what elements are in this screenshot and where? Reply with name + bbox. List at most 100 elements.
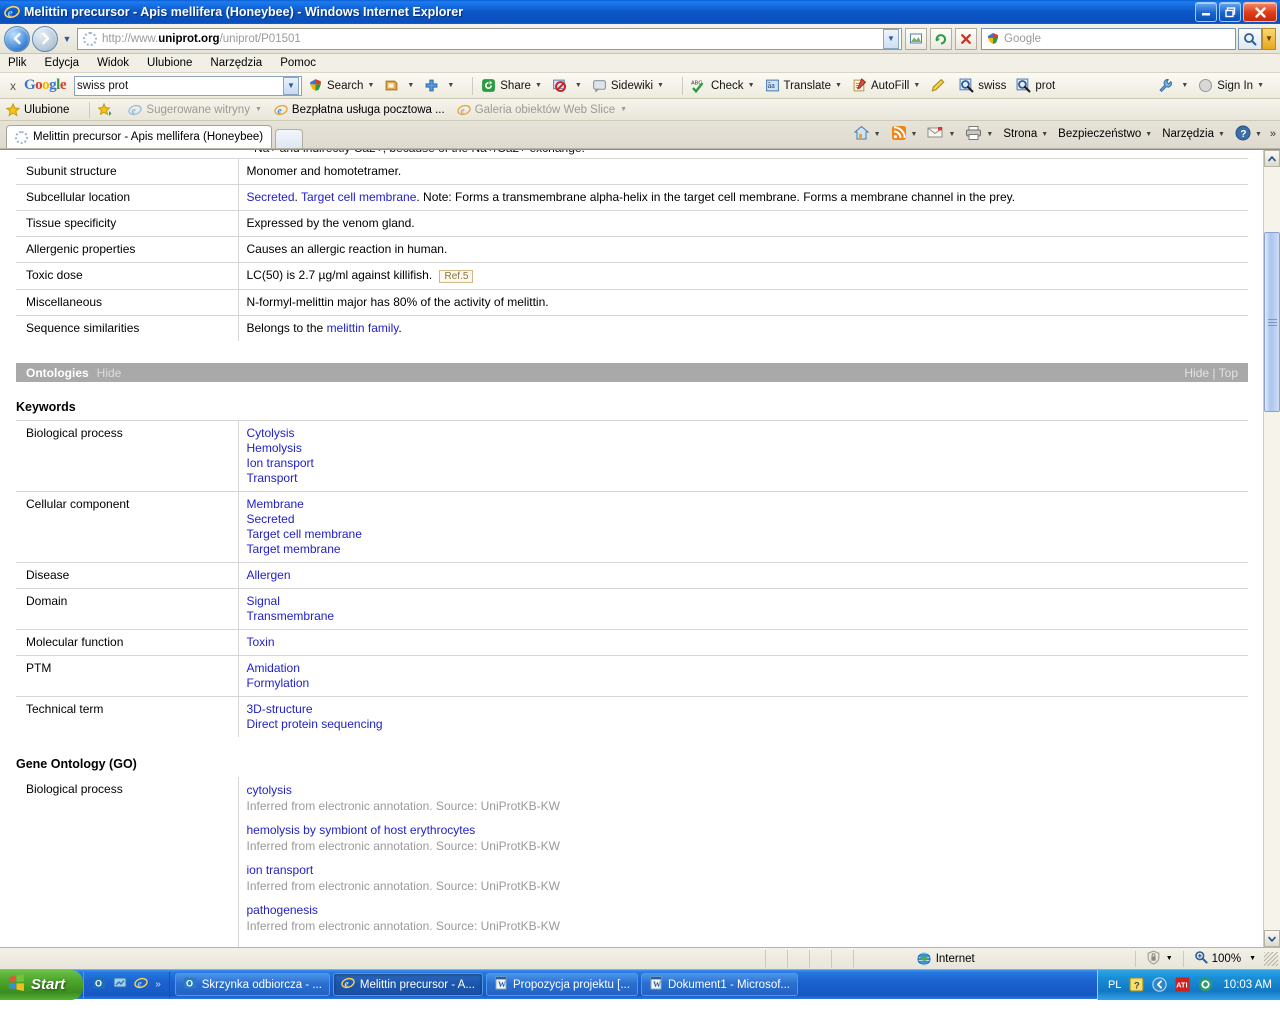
- taskbar-item-inbox[interactable]: O Skrzynka odbiorcza - ...: [174, 973, 330, 996]
- menu-item-edycja[interactable]: Edycja: [45, 57, 80, 69]
- hide-link[interactable]: Hide: [1184, 366, 1209, 380]
- google-share-button[interactable]: Share ▼: [481, 78, 542, 93]
- keyword-link[interactable]: Amidation: [247, 661, 1243, 676]
- command-bar-overflow-button[interactable]: »: [1270, 128, 1276, 140]
- go-term-link[interactable]: cytolysis: [247, 782, 1243, 798]
- nvidia-icon[interactable]: [1197, 977, 1213, 993]
- start-button[interactable]: Start: [0, 969, 84, 1000]
- keyword-link[interactable]: Target cell membrane: [247, 527, 1243, 542]
- free-mail-link[interactable]: e Bezpłatna usługa pocztowa ...: [274, 103, 445, 117]
- show-desktop-icon[interactable]: [113, 976, 127, 993]
- chevron-down-icon[interactable]: ▼: [1255, 131, 1262, 138]
- google-toolbar-close-icon[interactable]: x: [10, 79, 16, 93]
- page-menu-button[interactable]: Strona ▼: [1003, 128, 1048, 140]
- chevron-down-icon[interactable]: ▼: [657, 82, 664, 89]
- chevron-down-icon[interactable]: ▼: [1218, 131, 1225, 138]
- stop-button[interactable]: [955, 27, 977, 50]
- help-icon[interactable]: ?: [1128, 977, 1144, 993]
- keyword-link[interactable]: Direct protein sequencing: [247, 717, 1243, 732]
- chevron-down-icon[interactable]: ▼: [367, 82, 374, 89]
- google-autofill-button[interactable]: AutoFill ▼: [852, 78, 920, 93]
- safety-menu-button[interactable]: Bezpieczeństwo ▼: [1058, 128, 1152, 140]
- chevron-down-icon[interactable]: ▼: [575, 82, 582, 89]
- language-indicator[interactable]: PL: [1108, 979, 1121, 991]
- taskbar-item-dokument1[interactable]: W Dokument1 - Microsof...: [640, 973, 799, 996]
- help-button[interactable]: ? ▼: [1235, 125, 1262, 144]
- feeds-button[interactable]: ▼: [891, 125, 918, 144]
- address-input[interactable]: http://www.uniprot.org/uniprot/P01501 ▼: [77, 27, 902, 50]
- recent-pages-dropdown-icon[interactable]: ▼: [60, 34, 74, 44]
- keyword-link[interactable]: Formylation: [247, 676, 1243, 691]
- quick-launch-overflow-icon[interactable]: »: [155, 979, 161, 990]
- keyword-link[interactable]: Membrane: [247, 497, 1243, 512]
- ontologies-hide-link[interactable]: Hide: [97, 366, 122, 380]
- top-link[interactable]: Top: [1219, 366, 1238, 380]
- home-button[interactable]: ▼: [853, 125, 881, 144]
- chevron-down-icon[interactable]: ▼: [874, 131, 881, 138]
- page-vertical-scrollbar[interactable]: [1263, 150, 1280, 947]
- compatibility-view-button[interactable]: [905, 27, 927, 50]
- menu-item-widok[interactable]: Widok: [97, 57, 129, 69]
- keyword-link[interactable]: Cytolysis: [247, 426, 1243, 441]
- keyword-link[interactable]: Hemolysis: [247, 441, 1243, 456]
- chevron-down-icon[interactable]: ▼: [748, 82, 755, 89]
- keyword-link[interactable]: Transmembrane: [247, 609, 1243, 624]
- google-find-swiss-button[interactable]: swiss: [959, 78, 1006, 93]
- google-add-button[interactable]: ▼: [424, 78, 454, 93]
- menu-item-plik[interactable]: Plik: [8, 57, 27, 69]
- taskbar-item-propozycja[interactable]: W Propozycja projektu [...: [485, 973, 638, 996]
- google-check-button[interactable]: ABC Check ▼: [691, 78, 755, 93]
- inline-link[interactable]: melittin family: [327, 321, 399, 335]
- keyword-link[interactable]: Signal: [247, 594, 1243, 609]
- outlook-quicklaunch-icon[interactable]: O: [92, 976, 106, 993]
- protected-mode-indicator[interactable]: ▼: [1146, 949, 1173, 968]
- menu-item-ulubione[interactable]: Ulubione: [147, 57, 192, 69]
- close-button[interactable]: [1243, 2, 1277, 22]
- tab-melittin-precursor[interactable]: Melittin precursor - Apis mellifera (Hon…: [6, 125, 273, 148]
- go-term-link[interactable]: hemolysis by symbiont of host erythrocyt…: [247, 822, 1243, 838]
- google-toolbar-search-input[interactable]: swiss prot ▼: [74, 75, 303, 96]
- favorites-button[interactable]: Ulubione: [6, 102, 69, 117]
- row-value[interactable]: LC(50) is 2.7 µg/ml against killifish. R…: [238, 262, 1248, 290]
- ati-icon[interactable]: ATI: [1174, 977, 1190, 993]
- chevron-down-icon[interactable]: ▼: [255, 106, 262, 113]
- zoom-control[interactable]: 100% ▼: [1194, 950, 1256, 967]
- keyword-link[interactable]: Secreted: [247, 512, 1243, 527]
- web-slice-gallery-button[interactable]: e Galeria obiektów Web Slice ▼: [456, 103, 627, 117]
- suggested-sites-button[interactable]: e Sugerowane witryny ▼: [128, 103, 262, 117]
- menu-item-narzedzia[interactable]: Narzędzia: [210, 57, 262, 69]
- forward-button[interactable]: [32, 25, 58, 52]
- taskbar-item-melittin[interactable]: e Melittin precursor - A...: [332, 973, 483, 996]
- google-sidewiki-button[interactable]: Sidewiki ▼: [592, 78, 664, 93]
- row-value[interactable]: Belongs to the melittin family.: [238, 315, 1248, 341]
- chevron-down-icon[interactable]: ▼: [535, 82, 542, 89]
- reference-badge[interactable]: Ref.5: [439, 270, 474, 283]
- system-clock[interactable]: 10:03 AM: [1223, 979, 1272, 991]
- google-toolbar-search-dropdown-icon[interactable]: ▼: [283, 76, 300, 95]
- google-highlighter-button[interactable]: [930, 78, 949, 93]
- show-hidden-icons-icon[interactable]: [1151, 977, 1167, 993]
- chevron-down-icon[interactable]: ▼: [407, 82, 414, 89]
- chevron-down-icon[interactable]: ▼: [1041, 131, 1048, 138]
- keyword-link[interactable]: Ion transport: [247, 456, 1243, 471]
- chevron-down-icon[interactable]: ▼: [1249, 955, 1256, 962]
- scrollbar-thumb[interactable]: [1264, 232, 1280, 412]
- google-find-prot-button[interactable]: prot: [1016, 78, 1055, 93]
- google-bookmarks-button[interactable]: ▼: [384, 78, 414, 93]
- ie-quicklaunch-icon[interactable]: e: [134, 976, 148, 993]
- print-button[interactable]: ▼: [965, 125, 993, 144]
- google-toolbar-settings-button[interactable]: ▼: [1158, 78, 1188, 93]
- keyword-link[interactable]: Allergen: [247, 568, 1243, 583]
- chevron-down-icon[interactable]: ▼: [447, 82, 454, 89]
- add-to-favorites-button[interactable]: [98, 102, 116, 117]
- chevron-down-icon[interactable]: ▼: [986, 131, 993, 138]
- chevron-down-icon[interactable]: ▼: [620, 106, 627, 113]
- inline-link[interactable]: Secreted: [247, 190, 295, 204]
- keyword-link[interactable]: 3D-structure: [247, 702, 1243, 717]
- go-term-link[interactable]: pathogenesis: [247, 902, 1243, 918]
- browser-search-input[interactable]: Google: [981, 27, 1236, 50]
- chevron-down-icon[interactable]: ▼: [911, 131, 918, 138]
- browser-search-go-button[interactable]: [1238, 27, 1262, 50]
- inline-link[interactable]: Target cell membrane: [301, 190, 416, 204]
- chevron-down-icon[interactable]: ▼: [1181, 82, 1188, 89]
